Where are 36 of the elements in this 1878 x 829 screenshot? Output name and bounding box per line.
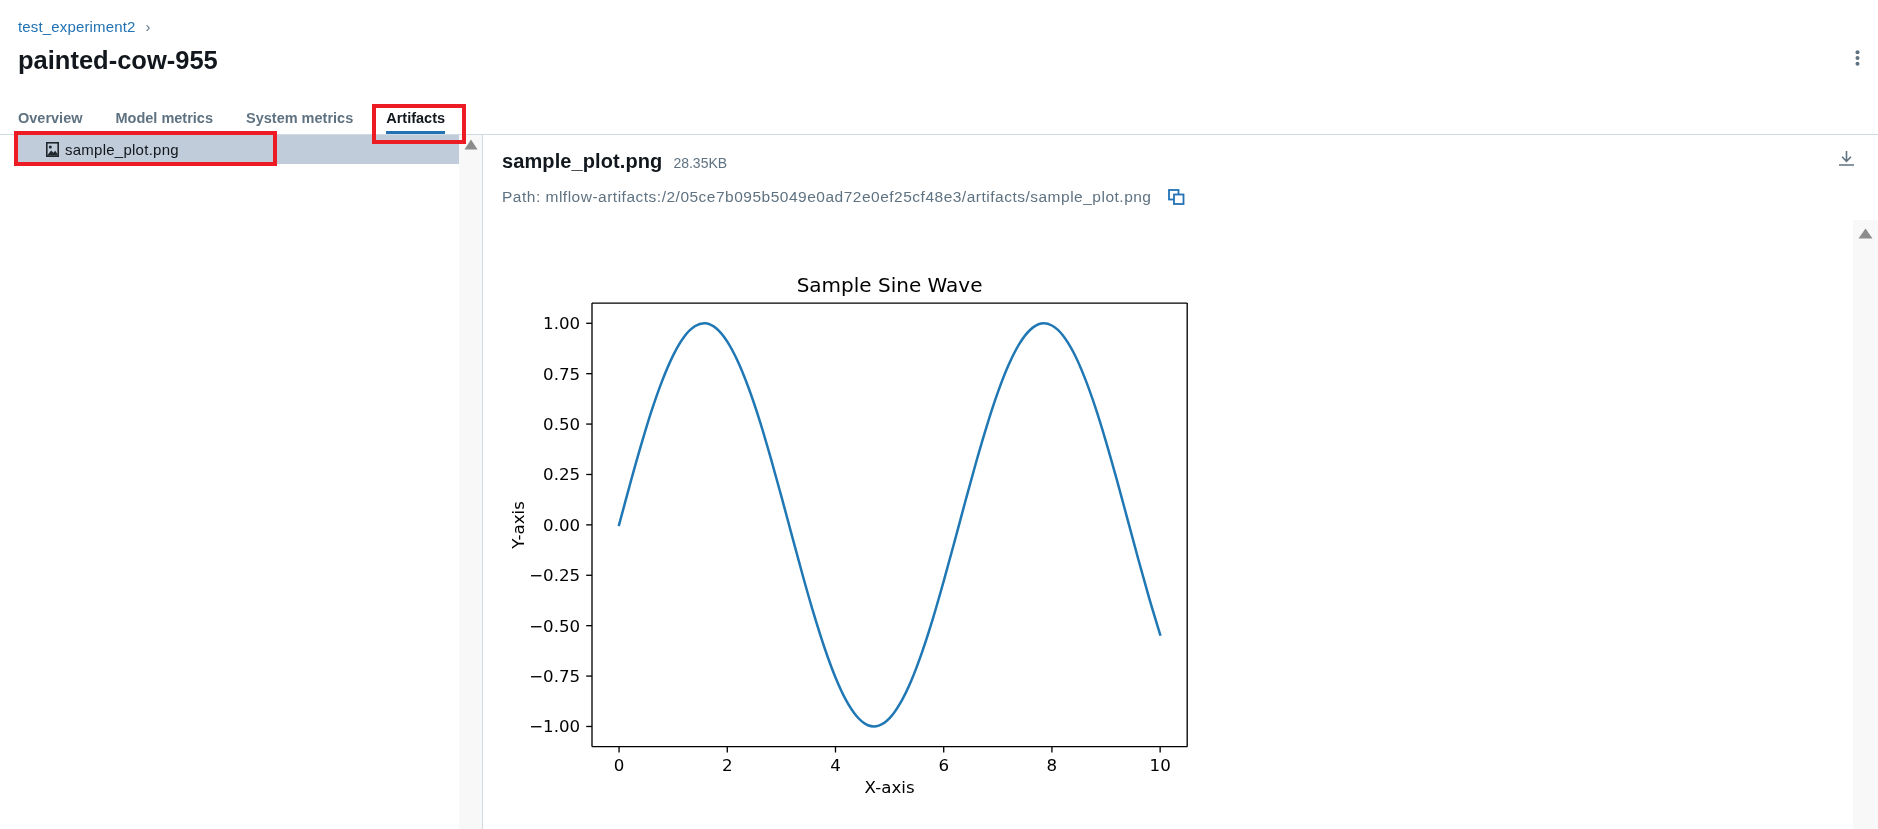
chart-title: Sample Sine Wave (796, 272, 983, 297)
tick-label: −1.00 (529, 717, 581, 737)
tick-label: 10 (1149, 755, 1171, 775)
more-menu-icon[interactable] (1855, 50, 1860, 66)
tick-label: 0.25 (543, 465, 581, 485)
tick-label: 0.50 (543, 415, 581, 435)
breadcrumb-separator: › (145, 17, 151, 37)
x-axis-label: X-axis (864, 778, 915, 797)
tick-label: 2 (721, 755, 733, 775)
breadcrumb-link[interactable]: test_experiment2 (18, 17, 136, 37)
tick-label: 6 (938, 755, 949, 775)
tab[interactable]: System metrics (246, 101, 354, 134)
tab[interactable]: Overview (18, 101, 83, 134)
tick-label: 0 (613, 755, 625, 775)
file-size: 28.35KB (673, 155, 728, 171)
file-path: Path: mlflow-artifacts:/2/05ce7b095b5049e0ad72e0ef25cf48e3/artifacts/sample_plot.png (502, 187, 1152, 207)
run-title: painted-cow-955 (18, 45, 218, 75)
image-file-icon (46, 142, 59, 157)
download-icon[interactable] (1838, 150, 1855, 166)
scroll-up-icon[interactable] (1858, 228, 1873, 239)
copy-icon[interactable] (1167, 189, 1185, 205)
scrollbar[interactable] (1853, 220, 1878, 829)
scroll-up-icon[interactable] (463, 139, 478, 150)
tick-label: −0.75 (529, 667, 581, 687)
tick-label: 1.00 (543, 314, 581, 334)
scrollbar[interactable] (459, 135, 482, 829)
tab[interactable]: Model metrics (115, 101, 213, 134)
tick-label: 8 (1046, 755, 1058, 775)
tick-label: −0.25 (529, 566, 581, 586)
file-name: sample_plot.png (502, 149, 663, 173)
tick-label: 4 (830, 755, 841, 775)
tick-label: −0.50 (529, 616, 581, 636)
y-axis-label: Y-axis (508, 501, 528, 549)
tick-label: 0.00 (543, 515, 581, 535)
tree-item[interactable]: sample_plot.png (18, 135, 459, 164)
tick-label: 0.75 (543, 364, 581, 384)
